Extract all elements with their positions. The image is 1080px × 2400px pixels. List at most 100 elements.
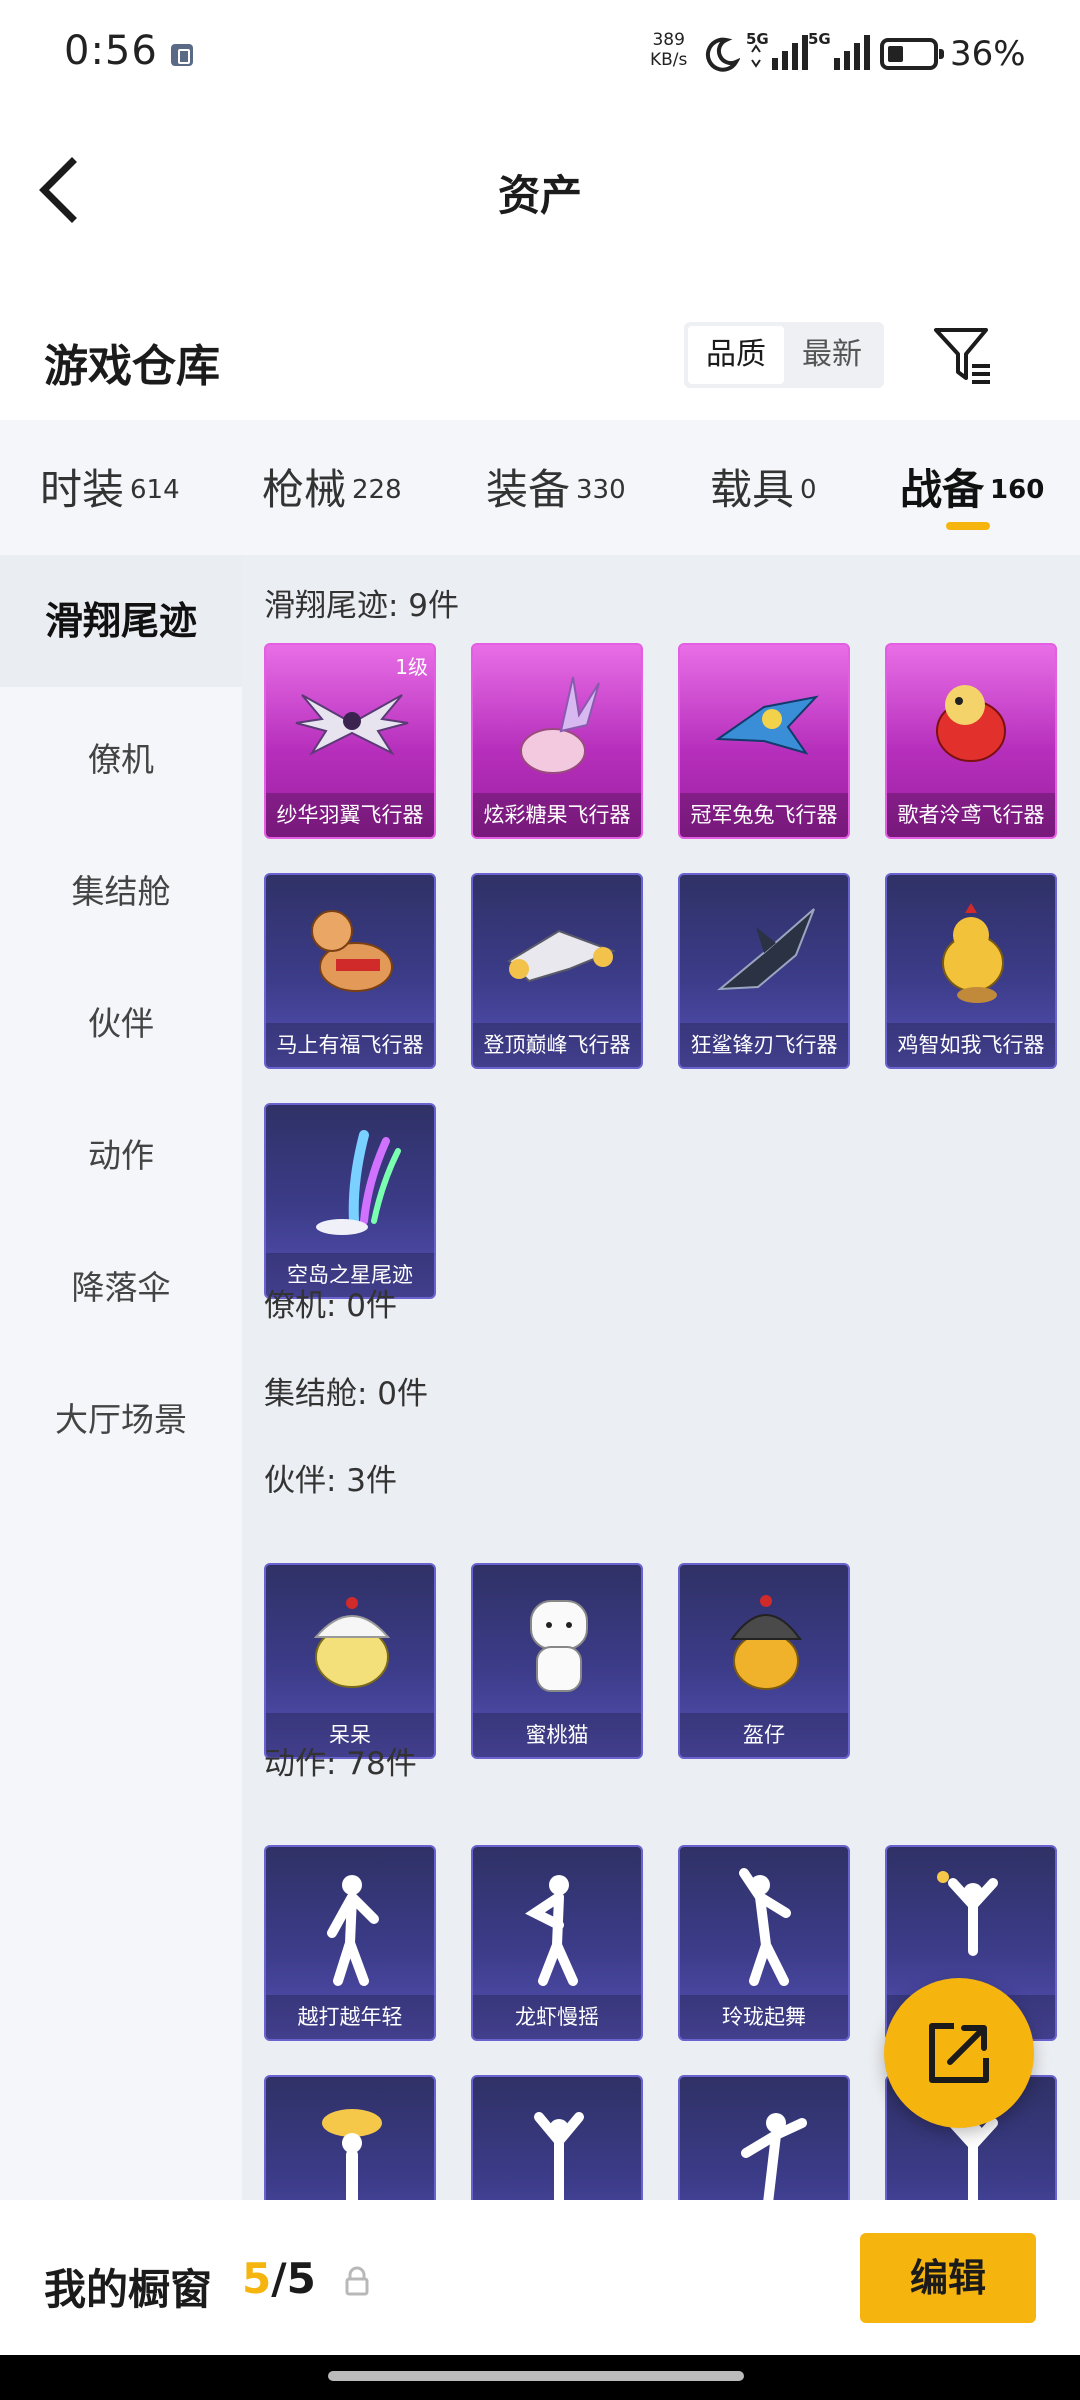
network-speed-unit: KB/s bbox=[650, 50, 688, 70]
status-time: 0:56 bbox=[64, 28, 158, 74]
network-speed: 389 KB/s bbox=[650, 30, 687, 70]
notification-app-icon bbox=[171, 44, 193, 66]
item-card[interactable]: 歌者泠鸢飞行器 bbox=[885, 643, 1057, 839]
glider-wing-icon bbox=[295, 694, 409, 756]
champion-bunny-glider-icon bbox=[714, 695, 819, 755]
signal2-label: 5G bbox=[808, 30, 831, 48]
item-name: 龙虾慢摇 bbox=[473, 1995, 641, 2039]
tab-equipment[interactable]: 装备 330 bbox=[486, 456, 626, 516]
dance-figure-icon bbox=[534, 2112, 584, 2200]
tab-guns[interactable]: 枪械 228 bbox=[262, 456, 402, 516]
item-card[interactable] bbox=[264, 2075, 436, 2200]
section-title-partner: 伙伴: 3件 bbox=[264, 1463, 398, 1499]
tab-label: 载具 bbox=[710, 465, 795, 514]
tab-battle-gear[interactable]: 战备 160 bbox=[900, 456, 1044, 516]
section-title-assembly: 集结舱: 0件 bbox=[264, 1376, 429, 1412]
title-bar: 资产 bbox=[0, 110, 1080, 270]
tab-label: 枪械 bbox=[262, 465, 347, 514]
horse-glider-icon bbox=[311, 910, 393, 992]
showcase-current: 5 bbox=[242, 2254, 272, 2303]
item-card[interactable]: 狂鲨锋刃飞行器 bbox=[678, 873, 850, 1069]
item-card[interactable]: 鸡智如我飞行器 bbox=[885, 873, 1057, 1069]
item-level-badge: 1级 bbox=[395, 655, 428, 679]
item-card[interactable]: 龙虾慢摇 bbox=[471, 1845, 643, 2041]
sidebar-item-lobby-scene[interactable]: 大厅场景 bbox=[0, 1390, 242, 1450]
filter-icon[interactable] bbox=[930, 322, 996, 388]
share-button[interactable] bbox=[884, 1978, 1034, 2128]
item-name: 纱华羽翼飞行器 bbox=[266, 793, 434, 837]
item-card[interactable]: 1级 纱华羽翼飞行器 bbox=[264, 643, 436, 839]
warehouse-title: 游戏仓库 bbox=[44, 341, 220, 392]
tab-count: 228 bbox=[352, 474, 402, 505]
category-tabs: 时装 614 枪械 228 装备 330 载具 0 战备 160 bbox=[0, 420, 1080, 555]
item-card[interactable]: 冠军兔兔飞行器 bbox=[678, 643, 850, 839]
section-title-emote: 动作: 78件 bbox=[264, 1746, 417, 1782]
tab-count: 0 bbox=[800, 474, 817, 505]
tab-count: 614 bbox=[130, 474, 180, 505]
dance-figure-icon bbox=[937, 1871, 998, 1956]
item-name: 冠军兔兔飞行器 bbox=[680, 793, 848, 837]
home-gesture-handle[interactable] bbox=[328, 2371, 744, 2381]
dance-figure-icon bbox=[327, 1875, 379, 1986]
battery-fill bbox=[888, 46, 903, 62]
share-external-icon bbox=[929, 2023, 989, 2083]
item-card[interactable]: 空岛之星尾迹 bbox=[264, 1103, 436, 1299]
item-name: 炫彩糖果飞行器 bbox=[473, 793, 641, 837]
lock-icon bbox=[345, 2266, 369, 2296]
sidebar-item-parachute[interactable]: 降落伞 bbox=[0, 1258, 242, 1318]
sort-toggle: 品质 最新 bbox=[684, 322, 884, 388]
item-card[interactable]: 玲珑起舞 bbox=[678, 1845, 850, 2041]
battery-icon bbox=[880, 38, 944, 70]
shark-glider-icon bbox=[717, 908, 815, 991]
tab-label: 装备 bbox=[486, 465, 571, 514]
singer-bird-glider-icon bbox=[936, 685, 1006, 762]
item-name: 越打越年轻 bbox=[266, 1995, 434, 2039]
section-title-glide: 滑翔尾迹: 9件 bbox=[264, 588, 460, 624]
showcase-count: 5/5 bbox=[242, 2254, 316, 2303]
showcase-bar: 我的橱窗 5/5 编辑 bbox=[0, 2200, 1080, 2355]
warehouse-header: 游戏仓库 品质 最新 bbox=[0, 300, 1080, 420]
item-card[interactable]: 炫彩糖果飞行器 bbox=[471, 643, 643, 839]
navigation-bar bbox=[0, 2355, 1080, 2400]
section-title-wingman: 僚机: 0件 bbox=[264, 1288, 398, 1324]
tab-vehicles[interactable]: 载具 0 bbox=[710, 456, 817, 516]
item-name: 登顶巅峰飞行器 bbox=[473, 1023, 641, 1067]
showcase-total: /5 bbox=[271, 2254, 316, 2303]
item-name: 蜜桃猫 bbox=[473, 1713, 641, 1757]
item-name: 歌者泠鸢飞行器 bbox=[887, 793, 1055, 837]
item-name: 盔仔 bbox=[680, 1713, 848, 1757]
network-speed-value: 389 bbox=[652, 30, 685, 50]
sidebar-item-emote[interactable]: 动作 bbox=[0, 1126, 242, 1186]
sidebar-item-glide-trail[interactable]: 滑翔尾迹 bbox=[0, 555, 242, 687]
item-card[interactable]: 盔仔 bbox=[678, 1563, 850, 1759]
item-card[interactable]: 呆呆 bbox=[264, 1563, 436, 1759]
showcase-title: 我的橱窗 bbox=[44, 2265, 213, 2314]
dance-figure-icon bbox=[322, 2109, 382, 2200]
edit-button[interactable]: 编辑 bbox=[860, 2233, 1036, 2323]
helmet-chick-partner-icon bbox=[730, 1595, 802, 1690]
item-card[interactable]: 越打越年轻 bbox=[264, 1845, 436, 2041]
status-bar: 0:56 389 KB/s 5G 5G 36% bbox=[0, 0, 1080, 110]
tab-count: 160 bbox=[990, 474, 1045, 505]
sky-island-trail-icon bbox=[316, 1130, 401, 1235]
active-tab-indicator bbox=[946, 522, 990, 530]
dance-figure-icon bbox=[739, 1868, 791, 1986]
item-card[interactable] bbox=[471, 2075, 643, 2200]
item-name: 马上有福飞行器 bbox=[266, 1023, 434, 1067]
sidebar-item-assembly[interactable]: 集结舱 bbox=[0, 862, 242, 922]
sidebar-item-wingman[interactable]: 僚机 bbox=[0, 730, 242, 790]
sidebar-item-partner[interactable]: 伙伴 bbox=[0, 994, 242, 1054]
page-title: 资产 bbox=[497, 171, 582, 220]
tab-fashion[interactable]: 时装 614 bbox=[40, 456, 180, 516]
item-card[interactable]: 马上有福飞行器 bbox=[264, 873, 436, 1069]
item-card[interactable]: 登顶巅峰飞行器 bbox=[471, 873, 643, 1069]
do-not-disturb-moon-icon bbox=[705, 37, 740, 72]
item-card[interactable]: 蜜桃猫 bbox=[471, 1563, 643, 1759]
item-card[interactable] bbox=[678, 2075, 850, 2200]
sort-newest-button[interactable]: 最新 bbox=[784, 326, 880, 384]
chicken-glider-icon bbox=[942, 903, 1004, 1003]
sort-quality-button[interactable]: 品质 bbox=[688, 326, 784, 384]
item-name: 鸡智如我飞行器 bbox=[887, 1023, 1055, 1067]
battery-percent: 36% bbox=[950, 34, 1026, 74]
item-content: 滑翔尾迹: 9件 1级 纱华羽翼飞行器 炫彩糖果飞行器 冠军兔兔飞行器 歌者泠鸢… bbox=[242, 555, 1080, 2200]
